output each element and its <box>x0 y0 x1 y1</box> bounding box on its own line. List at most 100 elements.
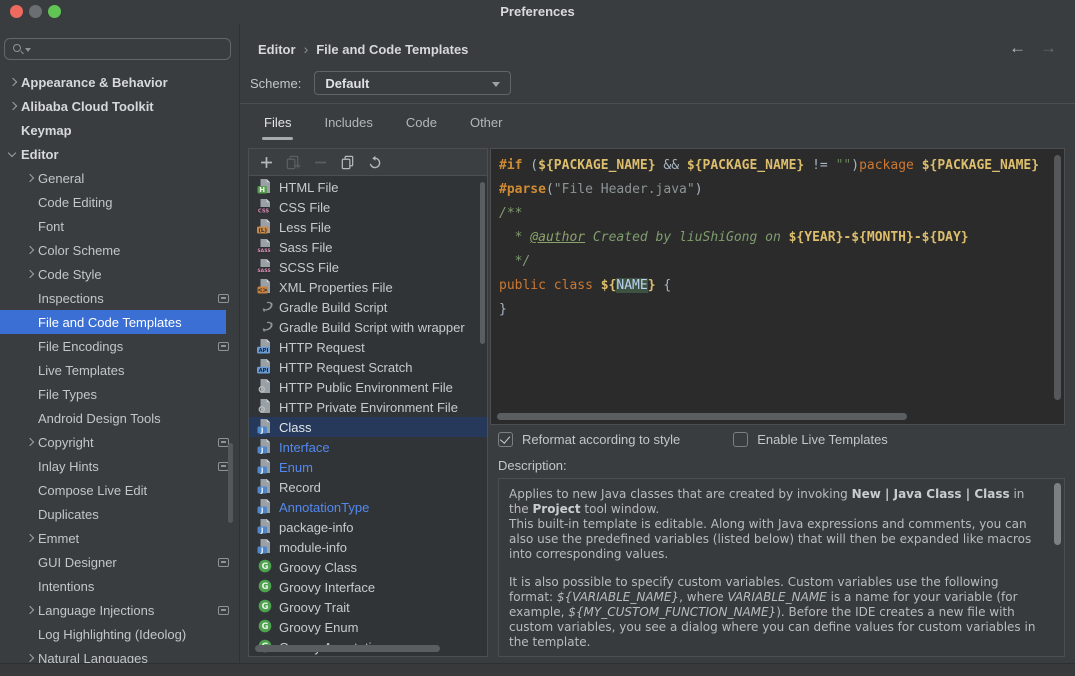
live-templates-checkbox[interactable] <box>733 432 748 447</box>
sidebar-item-file-encodings[interactable]: File Encodings <box>0 334 239 358</box>
chevron-right-icon[interactable] <box>23 166 38 190</box>
chevron-right-icon[interactable] <box>23 598 38 622</box>
templates-list-vertical-scrollbar[interactable] <box>480 182 485 344</box>
template-item-http-private-environment-file[interactable]: HTTP Private Environment File <box>249 397 487 417</box>
template-item-html-file[interactable]: HHTML File <box>249 177 487 197</box>
template-item-interface[interactable]: JInterface <box>249 437 487 457</box>
reformat-option[interactable]: Reformat according to style <box>498 432 680 447</box>
template-item-label: AnnotationType <box>279 500 369 515</box>
tab-other[interactable]: Other <box>468 111 505 140</box>
sidebar-item-language-injections[interactable]: Language Injections <box>0 598 239 622</box>
chevron-down-icon[interactable] <box>6 142 21 166</box>
sidebar-item-code-editing[interactable]: Code Editing <box>0 190 239 214</box>
template-item-scss-file[interactable]: SASSSCSS File <box>249 257 487 277</box>
search-field[interactable] <box>4 38 231 60</box>
template-item-label: Record <box>279 480 321 495</box>
sidebar-item-editor[interactable]: Editor <box>0 142 239 166</box>
sidebar-item-copyright[interactable]: Copyright <box>0 430 239 454</box>
template-item-label: Less File <box>279 220 331 235</box>
header-divider <box>240 103 1075 104</box>
sidebar-item-android-design-tools[interactable]: Android Design Tools <box>0 406 239 430</box>
template-item-groovy-trait[interactable]: GGroovy Trait <box>249 597 487 617</box>
template-item-label: CSS File <box>279 200 330 215</box>
template-item-class[interactable]: JClass <box>249 417 487 437</box>
editor-horizontal-scrollbar[interactable] <box>497 413 907 420</box>
live-templates-option[interactable]: Enable Live Templates <box>733 432 888 447</box>
template-item-groovy-enum[interactable]: GGroovy Enum <box>249 617 487 637</box>
template-item-groovy-interface[interactable]: GGroovy Interface <box>249 577 487 597</box>
description-segment: Applies to new Java classes that are cre… <box>509 487 852 501</box>
sidebar-item-keymap[interactable]: Keymap <box>0 118 239 142</box>
template-item-label: Class <box>279 420 312 435</box>
sidebar-item-inspections[interactable]: Inspections <box>0 286 239 310</box>
template-item-label: XML Properties File <box>279 280 393 295</box>
template-item-enum[interactable]: JEnum <box>249 457 487 477</box>
chevron-right-icon[interactable] <box>6 70 21 94</box>
duplicate-button[interactable] <box>338 153 356 171</box>
search-icon <box>13 44 21 52</box>
template-item-gradle-build-script[interactable]: Gradle Build Script <box>249 297 487 317</box>
sidebar-item-emmet[interactable]: Emmet <box>0 526 239 550</box>
template-item-css-file[interactable]: CSSCSS File <box>249 197 487 217</box>
sidebar-scrollbar[interactable] <box>228 443 233 523</box>
chevron-down-icon <box>492 82 500 87</box>
template-item-sass-file[interactable]: SASSSass File <box>249 237 487 257</box>
template-item-groovy-class[interactable]: GGroovy Class <box>249 557 487 577</box>
sidebar-item-inlay-hints[interactable]: Inlay Hints <box>0 454 239 478</box>
description-scrollbar[interactable] <box>1054 483 1061 545</box>
sidebar-item-appearance-behavior[interactable]: Appearance & Behavior <box>0 70 239 94</box>
chevron-right-icon[interactable] <box>6 94 21 118</box>
chevron-right-icon[interactable] <box>23 526 38 550</box>
sidebar-item-file-types[interactable]: File Types <box>0 382 239 406</box>
chevron-right-icon[interactable] <box>23 238 38 262</box>
sidebar-item-alibaba-cloud-toolkit[interactable]: Alibaba Cloud Toolkit <box>0 94 239 118</box>
tab-code[interactable]: Code <box>404 111 439 140</box>
sidebar-item-file-and-code-templates[interactable]: File and Code Templates <box>0 310 226 334</box>
template-item-gradle-build-script-with-wrapper[interactable]: Gradle Build Script with wrapper <box>249 317 487 337</box>
sidebar-item-label: Alibaba Cloud Toolkit <box>21 99 154 114</box>
chevron-right-icon[interactable] <box>23 430 38 454</box>
template-item-http-request-scratch[interactable]: APIHTTP Request Scratch <box>249 357 487 377</box>
template-item-module-info[interactable]: Jmodule-info <box>249 537 487 557</box>
sidebar-item-color-scheme[interactable]: Color Scheme <box>0 238 239 262</box>
reformat-checkbox[interactable] <box>498 432 513 447</box>
add-button[interactable] <box>257 153 275 171</box>
description-text: Applies to new Java classes that are cre… <box>499 479 1064 657</box>
template-item-annotationtype[interactable]: JAnnotationType <box>249 497 487 517</box>
template-item-less-file[interactable]: (L)Less File <box>249 217 487 237</box>
sidebar-item-gui-designer[interactable]: GUI Designer <box>0 550 239 574</box>
template-item-http-request[interactable]: APIHTTP Request <box>249 337 487 357</box>
template-item-http-public-environment-file[interactable]: HTTP Public Environment File <box>249 377 487 397</box>
template-code-editor[interactable]: #if (${PACKAGE_NAME} && ${PACKAGE_NAME} … <box>490 148 1065 425</box>
code-token: && <box>656 158 687 173</box>
template-code[interactable]: #if (${PACKAGE_NAME} && ${PACKAGE_NAME} … <box>491 149 1064 327</box>
tab-files[interactable]: Files <box>262 111 293 140</box>
sidebar-item-intentions[interactable]: Intentions <box>0 574 239 598</box>
sidebar-item-live-templates[interactable]: Live Templates <box>0 358 239 382</box>
template-item-xml-properties-file[interactable]: <>XML Properties File <box>249 277 487 297</box>
reset-button[interactable] <box>365 153 383 171</box>
search-input[interactable] <box>35 40 226 58</box>
sidebar-item-font[interactable]: Font <box>0 214 239 238</box>
search-options-caret-icon[interactable] <box>25 48 31 52</box>
chevron-placeholder <box>23 214 38 238</box>
chevron-right-icon[interactable] <box>23 262 38 286</box>
java-file-icon: J <box>257 478 273 497</box>
templates-list-horizontal-scrollbar[interactable] <box>255 645 440 652</box>
breadcrumb-editor[interactable]: Editor <box>258 42 296 57</box>
code-token: #if <box>499 158 522 173</box>
editor-vertical-scrollbar[interactable] <box>1054 155 1061 400</box>
description-panel: Applies to new Java classes that are cre… <box>498 478 1065 657</box>
sidebar-item-duplicates[interactable]: Duplicates <box>0 502 239 526</box>
sidebar-item-log-highlighting-ideolog[interactable]: Log Highlighting (Ideolog) <box>0 622 239 646</box>
template-item-record[interactable]: J Record <box>249 477 487 497</box>
scheme-dropdown[interactable]: Default <box>314 71 511 95</box>
sidebar-item-general[interactable]: General <box>0 166 239 190</box>
sidebar-item-code-style[interactable]: Code Style <box>0 262 239 286</box>
tab-includes[interactable]: Includes <box>322 111 374 140</box>
code-line: /** <box>499 202 1056 226</box>
template-item-package-info[interactable]: Jpackage-info <box>249 517 487 537</box>
back-arrow-icon[interactable]: ← <box>1009 38 1026 58</box>
template-item-label: Gradle Build Script <box>279 300 387 315</box>
sidebar-item-compose-live-edit[interactable]: Compose Live Edit <box>0 478 239 502</box>
